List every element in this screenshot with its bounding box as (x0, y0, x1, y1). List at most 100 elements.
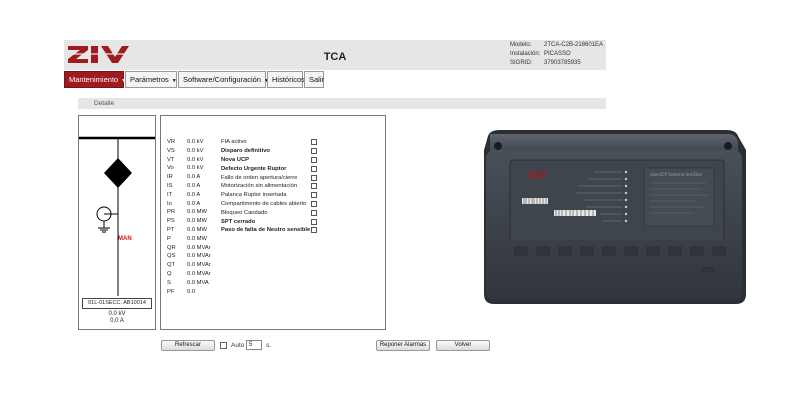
alarm-label: Paso de falta de Neutro sensible (221, 227, 311, 234)
alarm-label: FIA activo (221, 139, 247, 146)
refresh-button[interactable]: Refrescar (161, 340, 215, 351)
reset-alarms-button[interactable]: Reponer Alarmas (376, 340, 430, 351)
measurement-value: 0.0 kV (187, 165, 204, 172)
measurement-row: QS 0.0 MVAr (167, 252, 221, 261)
measurement-value: 0.0 A (187, 191, 201, 198)
measurements-panel: VR 0.0 kV VS 0.0 kV VT 0.0 kV Vo 0.0 kV IR 0.0 AI… (160, 115, 386, 330)
measurement-name: Q (167, 270, 172, 277)
measurement-value: 0.0 MVAr (187, 262, 211, 269)
device-brand-logo: ZIV (528, 170, 547, 181)
alarm-checkbox[interactable] (311, 165, 317, 172)
measurement-name: PF (167, 288, 175, 295)
switch-symbol-icon (104, 158, 132, 188)
measurement-row: VR 0.0 kV (167, 138, 221, 147)
measurement-row: QT 0.0 MVAr (167, 261, 221, 270)
alarm-label: Nova UCP (221, 156, 250, 163)
menu-software-configuracion[interactable]: Software/Configuración▼ (178, 71, 269, 88)
measurement-row: VS 0.0 kV (167, 147, 221, 156)
alarm-checkbox[interactable] (311, 192, 317, 199)
alarm-list: FIA activo Disparo definitivo Nova UCP Defe… (221, 138, 317, 235)
alarm-label: Disparo definitivo (221, 148, 270, 155)
measurement-row: S 0.0 MVA (167, 279, 221, 288)
measurement-value: 0.0 MW (187, 218, 207, 225)
device-info-sigrid: SIGRID: 37903785935 (510, 59, 603, 68)
mode-label: MAN (118, 236, 132, 242)
device-info-value: 2TCA-C2B-218601EA (544, 42, 604, 48)
alarm-checkbox[interactable] (311, 227, 317, 234)
measurement-row: PR 0.0 MW (167, 208, 221, 217)
measurement-value: 0.0 MW (187, 209, 207, 216)
alarm-label: Bloqueo Candado (221, 209, 268, 216)
alarm-checkbox[interactable] (311, 139, 317, 146)
equipment-id-box: 01L-01SECC. AB10014 (82, 298, 152, 309)
alarm-checkbox[interactable] (311, 209, 317, 216)
measurement-row: VT 0.0 kV (167, 156, 221, 165)
measurement-name: VT (167, 156, 175, 163)
alarm-row: Motorización sin alimentación (221, 182, 317, 191)
device-info-label: SIGRID: (510, 60, 533, 66)
measurement-value: 0.0 MVA (187, 279, 209, 286)
menu-label: Software/Configuración (183, 75, 261, 84)
menu-parametros[interactable]: Parámetros ▼ (125, 71, 177, 88)
alarm-label: Fallo de orden apertura/cierre (221, 174, 298, 181)
back-button[interactable]: Volver (436, 340, 490, 351)
schematic-current: 0.0 A (110, 318, 124, 324)
menu-bar: Mantenimiento ▼ Parámetros ▼ Software/Conf… (64, 70, 606, 88)
barcode-icon (554, 210, 596, 216)
measurement-row: PT 0.0 MW (167, 226, 221, 235)
measurement-row: IT 0.0 A (167, 191, 221, 200)
measurement-value: 0.0 kV (187, 147, 204, 154)
device-info: Modelo: 2TCA-C2B-218601EA Instalación: PIC… (510, 41, 603, 68)
device-info-label: Instalación: (510, 51, 541, 57)
measurement-name: PR (167, 209, 176, 216)
alarm-row: Palanca Ruptor insertada (221, 191, 317, 200)
measurement-name: Io (167, 200, 172, 207)
screw-icon (724, 142, 732, 150)
device-photo: ekorUCP Sistema-Ind-Ekor ZIV ZIV (484, 130, 746, 304)
measurement-value: 0.0 MVAr (187, 270, 211, 277)
alarm-row: FIA activo (221, 138, 317, 147)
alarm-row: Compartimento de cables abierto (221, 200, 317, 209)
measurement-value: 0.0 MVAr (187, 253, 211, 260)
menu-historicos[interactable]: Históricos (267, 71, 305, 88)
alarm-row: Bloqueo Candado (221, 208, 317, 217)
alarm-row: Paso de falta de Neutro sensible (221, 226, 317, 235)
alarm-label: Compartimento de cables abierto (221, 200, 307, 207)
alarm-row: SPT cerrado (221, 217, 317, 226)
alarm-checkbox[interactable] (311, 174, 317, 181)
measurement-row: PF 0.0 (167, 288, 221, 297)
detail-section-title: Detalle (78, 98, 606, 109)
menu-salir[interactable]: Salir (304, 71, 324, 88)
auto-refresh-checkbox[interactable] (220, 342, 227, 349)
measurement-name: VR (167, 139, 176, 145)
device-brand-embossed: ZIV (702, 266, 716, 274)
auto-label: Auto (231, 342, 245, 349)
device-info-label: Modelo: (510, 42, 532, 48)
auto-interval-input[interactable]: 5 (246, 340, 262, 350)
alarm-checkbox[interactable] (311, 218, 317, 225)
measurement-name: QT (167, 262, 176, 269)
measurement-name: IT (167, 191, 173, 198)
alarm-checkbox[interactable] (311, 183, 317, 190)
measurement-name: IR (167, 174, 173, 181)
menu-mantenimiento[interactable]: Mantenimiento ▼ (64, 71, 126, 88)
screw-icon (494, 142, 502, 150)
alarm-checkbox[interactable] (311, 148, 317, 155)
measurement-row: PS 0.0 MW (167, 217, 221, 226)
measurement-name: PT (167, 226, 175, 233)
measurement-value: 0.0 MW (187, 235, 207, 242)
device-info-value: 37903785935 (544, 60, 581, 66)
alarm-checkbox[interactable] (311, 156, 317, 163)
alarm-checkbox[interactable] (311, 200, 317, 207)
alarm-row: Fallo de orden apertura/cierre (221, 173, 317, 182)
menu-label: Mantenimiento (69, 75, 119, 84)
measurement-value: 0.0 MVAr (187, 244, 211, 251)
measurement-row: Io 0.0 A (167, 200, 221, 209)
device-info-installation: Instalación: PICASSO (510, 50, 603, 59)
measurement-name: IS (167, 182, 173, 189)
measurement-row: P 0.0 MW (167, 235, 221, 244)
alarm-label: Motorización sin alimentación (221, 183, 298, 190)
measurement-name: P (167, 235, 171, 242)
measurement-row: IS 0.0 A (167, 182, 221, 191)
ziv-logo (66, 46, 132, 63)
